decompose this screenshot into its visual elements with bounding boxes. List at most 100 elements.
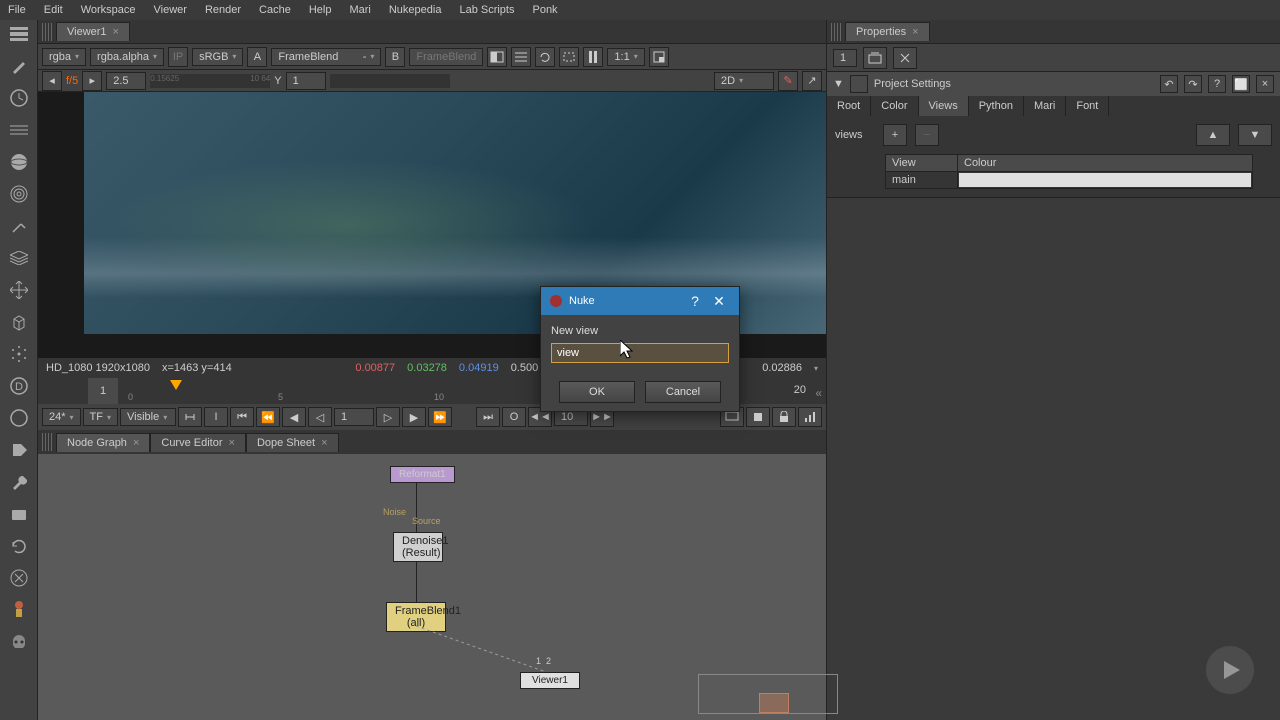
grip-icon[interactable] bbox=[831, 23, 841, 41]
close-icon[interactable]: × bbox=[912, 26, 918, 38]
close-icon[interactable]: × bbox=[113, 26, 119, 38]
tool-icon-pen[interactable] bbox=[9, 56, 29, 76]
pause-icon[interactable] bbox=[583, 47, 603, 67]
tool-icon-refresh[interactable] bbox=[9, 536, 29, 556]
menu-render[interactable]: Render bbox=[201, 2, 245, 18]
fps-select[interactable]: 24*▾ bbox=[42, 408, 81, 426]
tool-icon-skull[interactable] bbox=[9, 632, 29, 652]
tool-icon-sphere[interactable] bbox=[9, 152, 29, 172]
timeline-menu-icon[interactable]: « bbox=[815, 386, 822, 400]
play-forward-button[interactable]: ▷ bbox=[376, 407, 400, 427]
prop-count-input[interactable]: 1 bbox=[833, 49, 857, 67]
play-back-button[interactable]: ◁ bbox=[308, 407, 332, 427]
menu-ponk[interactable]: Ponk bbox=[528, 2, 561, 18]
menu-viewer[interactable]: Viewer bbox=[150, 2, 191, 18]
tab-dope-sheet[interactable]: Dope Sheet× bbox=[246, 433, 339, 452]
ip-button[interactable]: IP bbox=[168, 47, 188, 67]
tab-mari[interactable]: Mari bbox=[1024, 96, 1066, 116]
edit-icon[interactable]: ✎ bbox=[778, 71, 798, 91]
tab-root[interactable]: Root bbox=[827, 96, 871, 116]
roi-icon[interactable] bbox=[559, 47, 579, 67]
close-icon[interactable]: × bbox=[133, 437, 139, 449]
gain-slider[interactable]: 0.15625 10 64 bbox=[150, 74, 270, 88]
visible-select[interactable]: Visible▾ bbox=[120, 408, 176, 426]
menu-workspace[interactable]: Workspace bbox=[77, 2, 140, 18]
menu-nukepedia[interactable]: Nukepedia bbox=[385, 2, 446, 18]
sync-icon[interactable] bbox=[178, 407, 202, 427]
node-color-icon[interactable] bbox=[850, 75, 868, 93]
next-frame-button[interactable]: ▸ bbox=[82, 71, 102, 91]
prev-frame-button[interactable]: ◂ bbox=[42, 71, 62, 91]
tool-icon-cube[interactable] bbox=[9, 312, 29, 332]
add-view-button[interactable]: + bbox=[883, 124, 907, 146]
in-button[interactable]: I bbox=[204, 407, 228, 427]
close-panel-icon[interactable]: × bbox=[1256, 75, 1274, 93]
close-icon[interactable]: × bbox=[229, 437, 235, 449]
view-column-header[interactable]: View bbox=[886, 155, 958, 171]
tool-icon-circle[interactable] bbox=[9, 408, 29, 428]
node-denoise[interactable]: Denoise1(Result) bbox=[393, 532, 443, 562]
tool-icon-d[interactable]: D bbox=[9, 376, 29, 396]
lock-icon[interactable] bbox=[772, 407, 796, 427]
tab-curve-editor[interactable]: Curve Editor× bbox=[150, 433, 246, 452]
stats-icon[interactable] bbox=[798, 407, 822, 427]
tool-icon-tag[interactable] bbox=[9, 440, 29, 460]
properties-tab[interactable]: Properties × bbox=[845, 22, 930, 41]
node-graph[interactable]: Reformat1 Noise Source Denoise1(Result) … bbox=[38, 454, 826, 720]
move-up-button[interactable]: ▲ bbox=[1196, 124, 1230, 146]
tool-icon-clock[interactable] bbox=[9, 88, 29, 108]
first-frame-button[interactable]: ⏮ bbox=[230, 407, 254, 427]
tab-views[interactable]: Views bbox=[919, 96, 969, 116]
proxy-icon[interactable] bbox=[649, 47, 669, 67]
tool-icon-character[interactable] bbox=[9, 600, 29, 620]
menu-mari[interactable]: Mari bbox=[345, 2, 374, 18]
collapse-icon[interactable]: ▼ bbox=[833, 78, 844, 90]
clear-all-icon[interactable] bbox=[863, 47, 887, 69]
help-icon[interactable]: ? bbox=[1208, 75, 1226, 93]
dropdown-icon[interactable]: ▾ bbox=[814, 364, 818, 373]
tool-icon-stack[interactable] bbox=[9, 248, 29, 268]
out-button[interactable]: O bbox=[502, 407, 526, 427]
colorspace-select[interactable]: sRGB▾ bbox=[192, 48, 243, 66]
tab-python[interactable]: Python bbox=[969, 96, 1024, 116]
tool-icon-key[interactable] bbox=[9, 216, 29, 236]
view-name-input[interactable] bbox=[551, 343, 729, 363]
prev-key-button[interactable]: ⏪ bbox=[256, 407, 280, 427]
menu-lab-scripts[interactable]: Lab Scripts bbox=[455, 2, 518, 18]
table-row[interactable]: main bbox=[885, 172, 1253, 189]
cancel-button[interactable]: Cancel bbox=[645, 381, 721, 403]
input-a-label[interactable]: A bbox=[247, 47, 267, 67]
node-unknown[interactable] bbox=[759, 693, 789, 713]
last-frame-button[interactable]: ⏭ bbox=[476, 407, 500, 427]
view-name-cell[interactable]: main bbox=[886, 172, 958, 188]
project-settings-header[interactable]: ▼ Project Settings ↶ ↷ ? ⬜ × bbox=[827, 72, 1280, 96]
remove-view-button[interactable]: − bbox=[915, 124, 939, 146]
menu-cache[interactable]: Cache bbox=[255, 2, 295, 18]
move-down-button[interactable]: ▼ bbox=[1238, 124, 1272, 146]
layer-select[interactable]: rgba.alpha▾ bbox=[90, 48, 164, 66]
tf-select[interactable]: TF▾ bbox=[83, 408, 118, 426]
tool-icon-x[interactable] bbox=[9, 568, 29, 588]
menu-help[interactable]: Help bbox=[305, 2, 336, 18]
current-frame-input[interactable]: 1 bbox=[334, 408, 374, 426]
tab-color[interactable]: Color bbox=[871, 96, 918, 116]
tool-icon-wrench[interactable] bbox=[9, 472, 29, 492]
lock-panel-icon[interactable] bbox=[893, 47, 917, 69]
next-key-button[interactable]: ⏩ bbox=[428, 407, 452, 427]
menu-edit[interactable]: Edit bbox=[40, 2, 67, 18]
refresh-icon[interactable] bbox=[535, 47, 555, 67]
playhead-icon[interactable] bbox=[170, 380, 182, 390]
tool-icon-move[interactable] bbox=[9, 280, 29, 300]
record-icon[interactable] bbox=[746, 407, 770, 427]
wipe-icon[interactable] bbox=[487, 47, 507, 67]
input-b-label[interactable]: B bbox=[385, 47, 405, 67]
node-backdrop[interactable] bbox=[698, 674, 838, 714]
list-icon[interactable] bbox=[511, 47, 531, 67]
scale-input[interactable]: 2.5 bbox=[106, 72, 146, 90]
step-back-button[interactable]: ◀ bbox=[282, 407, 306, 427]
node-reformat[interactable]: Reformat1 bbox=[390, 466, 455, 483]
viewer-tab[interactable]: Viewer1 × bbox=[56, 22, 130, 41]
channel-select[interactable]: rgba▾ bbox=[42, 48, 86, 66]
input-a-select[interactable]: FrameBlend-▾ bbox=[271, 48, 381, 66]
gamma-slider[interactable] bbox=[330, 74, 450, 88]
